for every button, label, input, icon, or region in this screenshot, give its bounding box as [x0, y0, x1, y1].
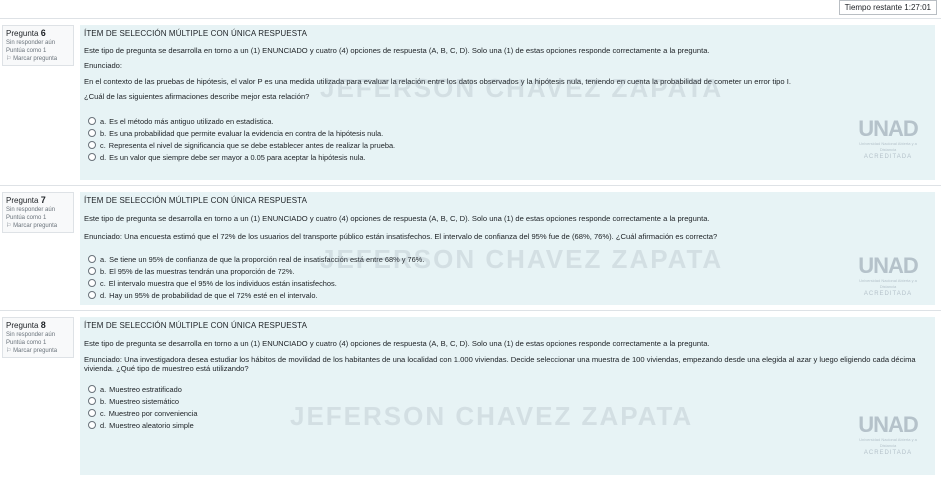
question-number: Pregunta 8	[6, 320, 46, 330]
question-number: Pregunta 7	[6, 195, 46, 205]
question-7: Pregunta 7 Sin responder aún Puntúa como…	[0, 185, 941, 309]
answer-option-d[interactable]: d. Hay un 95% de probabilidad de que el 7…	[88, 291, 318, 300]
question-heading: ÍTEM DE SELECCIÓN MÚLTIPLE CON ÚNICA RES…	[84, 196, 308, 205]
time-remaining: Tiempo restante 1:27:01	[838, 0, 937, 15]
flag-icon: ⚐	[6, 348, 12, 354]
flag-question-button[interactable]: ⚐ Marcar pregunta	[6, 222, 70, 230]
answer-option-d[interactable]: d. Muestreo aleatorio simple	[88, 421, 194, 430]
question-intro: Este tipo de pregunta se desarrolla en t…	[84, 339, 710, 348]
question-info: Pregunta 7 Sin responder aún Puntúa como…	[2, 192, 74, 233]
question-number: Pregunta 6	[6, 28, 46, 38]
flag-question-button[interactable]: ⚐ Marcar pregunta	[6, 55, 70, 63]
question-content: ÍTEM DE SELECCIÓN MÚLTIPLE CON ÚNICA RES…	[80, 317, 935, 475]
question-intro: Este tipo de pregunta se desarrolla en t…	[84, 214, 710, 223]
radio-button[interactable]	[88, 291, 96, 299]
radio-button[interactable]	[88, 141, 96, 149]
question-6: Pregunta 6 Sin responder aún Puntúa como…	[0, 18, 941, 184]
question-points: Puntúa como 1	[6, 340, 47, 346]
question-intro: Este tipo de pregunta se desarrolla en t…	[84, 46, 710, 55]
answer-option-d[interactable]: d. Es un valor que siempre debe ser mayor…	[88, 153, 366, 162]
question-points: Puntúa como 1	[6, 48, 47, 54]
question-statement: Enunciado: Una encuesta estimó que el 72…	[84, 232, 718, 241]
question-info: Pregunta 6 Sin responder aún Puntúa como…	[2, 25, 74, 66]
question-info: Pregunta 8 Sin responder aún Puntúa como…	[2, 317, 74, 358]
unad-logo: UNAD Universidad Nacional Abierta y a Di…	[858, 116, 919, 161]
radio-button[interactable]	[88, 153, 96, 161]
radio-button[interactable]	[88, 267, 96, 275]
flag-icon: ⚐	[6, 56, 12, 62]
radio-button[interactable]	[88, 397, 96, 405]
answer-option-a[interactable]: a. Se tiene un 95% de confianza de que la…	[88, 255, 424, 264]
question-heading: ÍTEM DE SELECCIÓN MÚLTIPLE CON ÚNICA RES…	[84, 29, 308, 38]
answer-option-b[interactable]: b. Es una probabilidad que permite evalua…	[88, 129, 383, 138]
question-content: ÍTEM DE SELECCIÓN MÚLTIPLE CON ÚNICA RES…	[80, 25, 935, 180]
question-points: Puntúa como 1	[6, 215, 47, 221]
question-statement: En el contexto de las pruebas de hipótes…	[84, 77, 791, 86]
answer-option-b[interactable]: b. El 95% de las muestras tendrán una pro…	[88, 267, 294, 276]
flag-question-button[interactable]: ⚐ Marcar pregunta	[6, 347, 70, 355]
question-statement: Enunciado: Una investigadora desea estud…	[84, 355, 916, 373]
answer-option-b[interactable]: b. Muestreo sistemático	[88, 397, 179, 406]
radio-button[interactable]	[88, 129, 96, 137]
radio-button[interactable]	[88, 255, 96, 263]
answer-option-a[interactable]: a. Muestreo estratificado	[88, 385, 182, 394]
radio-button[interactable]	[88, 279, 96, 287]
question-content: ÍTEM DE SELECCIÓN MÚLTIPLE CON ÚNICA RES…	[80, 192, 935, 305]
answer-option-c[interactable]: c. Muestreo por conveniencia	[88, 409, 198, 418]
radio-button[interactable]	[88, 385, 96, 393]
watermark: JEFERSON CHAVEZ ZAPATA	[290, 401, 694, 431]
enunciado-label: Enunciado:	[84, 61, 122, 70]
answer-option-c[interactable]: c. El intervalo muestra que el 95% de los…	[88, 279, 337, 288]
question-8: Pregunta 8 Sin responder aún Puntúa como…	[0, 310, 941, 479]
question-status: Sin responder aún	[6, 207, 56, 213]
answer-option-c[interactable]: c. Representa el nivel de significancia q…	[88, 141, 395, 150]
radio-button[interactable]	[88, 409, 96, 417]
flag-icon: ⚐	[6, 223, 12, 229]
question-heading: ÍTEM DE SELECCIÓN MÚLTIPLE CON ÚNICA RES…	[84, 321, 308, 330]
question-status: Sin responder aún	[6, 332, 56, 338]
unad-logo: UNAD Universidad Nacional Abierta y a Di…	[858, 412, 919, 457]
radio-button[interactable]	[88, 117, 96, 125]
question-prompt: ¿Cuál de las siguientes afirmaciones des…	[84, 92, 310, 101]
radio-button[interactable]	[88, 421, 96, 429]
question-status: Sin responder aún	[6, 40, 56, 46]
unad-logo: UNAD Universidad Nacional Abierta y a Di…	[858, 253, 919, 298]
answer-option-a[interactable]: a. Es el método más antiguo utilizado en …	[88, 117, 274, 126]
